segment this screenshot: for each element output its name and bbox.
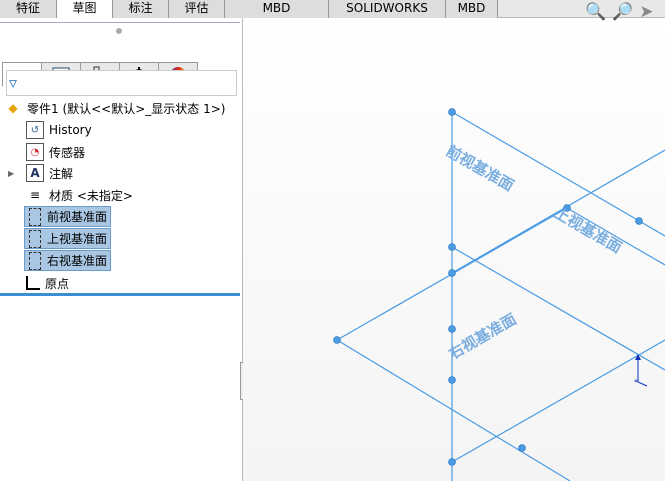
previous-view-icon[interactable]: ➤	[639, 2, 653, 22]
material-icon: ≡	[29, 188, 41, 202]
tab-solidworks-addins[interactable]: SOLIDWORKS 插件	[329, 0, 446, 32]
command-manager-tabs: 特征 草图 标注 评估 MBD Dimensions SOLIDWORKS 插件…	[0, 0, 665, 32]
history-folder-icon: ↺	[26, 121, 44, 139]
plane-handle	[333, 336, 341, 344]
tab-features[interactable]: 特征	[0, 0, 57, 18]
origin-icon	[26, 276, 40, 290]
filter-icon: ▿	[9, 73, 18, 92]
tree-item-label: 传感器	[49, 145, 86, 160]
graphics-area[interactable]: 前视基准面 上视基准面 右视基准面 * 🔍 🔎 ➤	[243, 2, 665, 481]
tree-filter[interactable]: ▿	[6, 70, 237, 96]
plane-handle	[448, 269, 456, 277]
tree-item-label: 原点	[45, 276, 70, 291]
tree-item-history[interactable]: ↺ History	[26, 120, 92, 140]
tree-item-sensors[interactable]: ◔ 传感器	[26, 142, 85, 162]
heads-up-toolbar: 🔍 🔎 ➤	[585, 2, 654, 22]
plane-icon	[29, 207, 41, 226]
sensor-folder-icon: ◔	[26, 143, 44, 161]
part-icon: ◆	[8, 101, 18, 115]
plane-handle	[448, 243, 456, 251]
zoom-to-area-icon[interactable]: 🔎	[612, 2, 633, 22]
tab-evaluate[interactable]: 评估	[169, 0, 225, 18]
part-name: 零件1 (默认<<默认>_显示状态 1>)	[27, 101, 226, 116]
rollback-bar[interactable]	[0, 293, 240, 296]
plane-handle	[518, 444, 526, 452]
plane-handle	[635, 217, 643, 225]
origin-triad-icon: *	[634, 354, 648, 387]
tree-item-front-plane[interactable]: 前视基准面	[24, 206, 112, 227]
tab-mbd[interactable]: MBD	[446, 0, 498, 18]
plane-handle	[448, 376, 456, 384]
tree-item-right-plane[interactable]: 右视基准面	[24, 250, 112, 271]
tree-item-label: History	[49, 123, 92, 137]
splitter-handle[interactable]	[116, 28, 122, 34]
tab-mbd-dimensions[interactable]: MBD Dimensions	[225, 0, 329, 32]
tree-item-annotations[interactable]: ▶ A 注解	[8, 163, 73, 183]
zoom-to-fit-icon[interactable]: 🔍	[585, 2, 606, 22]
tab-sketch[interactable]: 草图	[57, 0, 113, 18]
divider	[0, 20, 240, 23]
svg-text:*: *	[634, 378, 638, 387]
tree-item-top-plane[interactable]: 上视基准面	[24, 228, 112, 249]
plane-icon	[29, 251, 41, 270]
tree-item-label: 上视基准面	[47, 232, 108, 246]
tree-item-label: 材质 <未指定>	[49, 188, 133, 203]
tree-root-part[interactable]: ◆ 零件1 (默认<<默认>_显示状态 1>)	[4, 98, 225, 118]
plane-handle	[448, 325, 456, 333]
plane-icon	[29, 229, 41, 248]
tree-item-origin[interactable]: 原点	[26, 273, 69, 293]
tab-dimension[interactable]: 标注	[113, 0, 169, 18]
feature-manager-panel: ◆ › ▿ ◆零件1 (默认<<默认>_显示状态 1>) ↺History ◔传…	[0, 18, 248, 481]
annotation-folder-icon: A	[26, 164, 44, 182]
tree-item-label: 右视基准面	[47, 254, 108, 268]
plane-handle	[448, 458, 456, 466]
tree-item-label: 前视基准面	[47, 210, 108, 224]
expand-arrow-icon[interactable]: ▶	[8, 169, 26, 178]
tree-item-material[interactable]: ≡ 材质 <未指定>	[26, 185, 133, 205]
tree-item-label: 注解	[49, 166, 74, 181]
plane-handle	[448, 108, 456, 116]
